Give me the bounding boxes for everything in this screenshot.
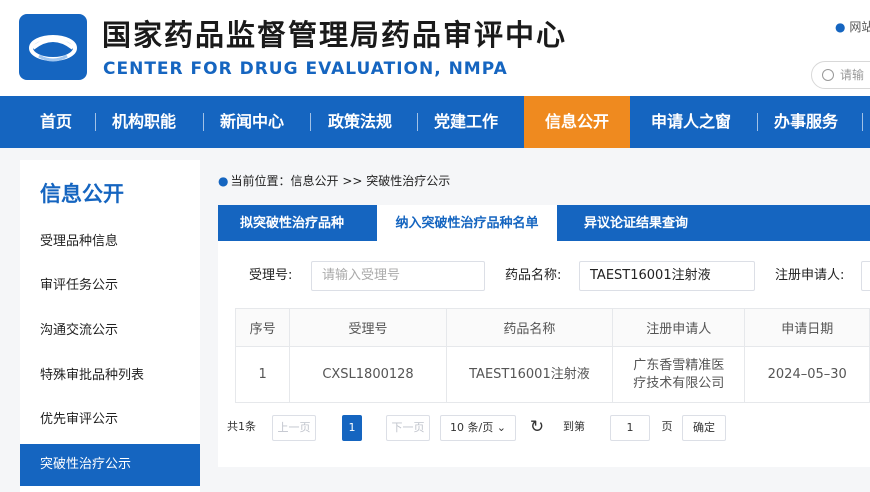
accept-no-label: 受理号: (249, 268, 293, 283)
column-header: 受理号 (289, 308, 447, 347)
nav-item-news[interactable]: 新闻中心 (220, 96, 284, 148)
page: 国家药品监督管理局药品审评中心 CENTER FOR DRUG EVALUATI… (0, 0, 870, 492)
nav-divider (95, 113, 96, 131)
applicant-label: 注册申请人: (775, 268, 845, 283)
goto-label: 到第 (563, 420, 585, 433)
column-header: 申请日期 (744, 308, 870, 347)
goto-confirm-button[interactable]: 确定 (682, 415, 726, 441)
nav-item-policy[interactable]: 政策法规 (328, 96, 392, 148)
table-cell-accept-no: CXSL1800128 (289, 346, 447, 403)
table-row[interactable]: 1 CXSL1800128 TAEST16001注射液 广东香雪精准医疗技术有限… (234, 346, 870, 403)
chevron-down-icon: ⌄ (496, 421, 506, 434)
page-unit-label: 页 (661, 420, 673, 433)
table-cell-drug-name: TAEST16001注射液 (445, 346, 614, 403)
sidebar-item-communication[interactable]: 沟通交流公示 (20, 311, 200, 351)
search-placeholder: 请输 (840, 68, 865, 82)
sidebar-item-breakthrough[interactable]: 突破性治疗公示 (20, 444, 200, 486)
nav-divider (203, 113, 204, 131)
tab-bar: 拟突破性治疗品种 纳入突破性治疗品种名单 异议论证结果查询 (218, 205, 870, 241)
nav-item-services[interactable]: 办事服务 (774, 96, 838, 148)
site-nav-label: 网站 (849, 20, 870, 34)
tab-included-list[interactable]: 纳入突破性治疗品种名单 (377, 205, 557, 241)
tab-objection-results[interactable]: 异议论证结果查询 (584, 205, 724, 241)
content-panel: 拟突破性治疗品种 纳入突破性治疗品种名单 异议论证结果查询 受理号: 请输入受理… (218, 205, 870, 467)
nav-divider (310, 113, 311, 131)
pager-total: 共1条 (227, 420, 256, 433)
nav-divider (757, 113, 758, 131)
pager-next-button[interactable]: 下一页 (386, 415, 430, 441)
site-header: 国家药品监督管理局药品审评中心 CENTER FOR DRUG EVALUATI… (0, 0, 870, 96)
sidebar: 信息公开 受理品种信息 审评任务公示 沟通交流公示 特殊审批品种列表 优先审评公… (20, 160, 200, 492)
table-header-row: 序号 受理号 药品名称 注册申请人 申请日期 (234, 308, 870, 347)
nav-item-functions[interactable]: 机构职能 (112, 96, 176, 148)
column-header: 序号 (234, 308, 291, 347)
column-header: 注册申请人 (612, 308, 746, 347)
sidebar-title: 信息公开 (40, 182, 124, 206)
site-title: 国家药品监督管理局药品审评中心 (102, 18, 568, 52)
location-pin-icon: ● (218, 174, 229, 188)
nav-item-applicant[interactable]: 申请人之窗 (651, 96, 731, 148)
main-nav: 首页 机构职能 新闻中心 政策法规 党建工作 信息公开 申请人之窗 办事服务 (0, 96, 870, 148)
site-nav-link[interactable]: ● 网站 (835, 18, 870, 35)
drug-name-label: 药品名称: (505, 268, 562, 283)
filter-row: 受理号: 请输入受理号 药品名称: TAEST16001注射液 注册申请人: (218, 261, 870, 291)
results-table: 序号 受理号 药品名称 注册申请人 申请日期 1 CXSL1800128 TAE… (234, 308, 870, 403)
location-pin-icon: ● (835, 20, 846, 34)
pager-page-1[interactable]: 1 (342, 415, 362, 441)
sidebar-item-special-approval[interactable]: 特殊审批品种列表 (20, 356, 200, 396)
search-input[interactable]: 请输 (811, 61, 870, 89)
pager-prev-button[interactable]: 上一页 (272, 415, 316, 441)
column-header: 药品名称 (445, 308, 614, 347)
accept-no-input[interactable]: 请输入受理号 (311, 261, 485, 291)
goto-page-input[interactable]: 1 (610, 415, 650, 441)
tab-proposed[interactable]: 拟突破性治疗品种 (240, 205, 380, 241)
sidebar-item-review-tasks[interactable]: 审评任务公示 (20, 266, 200, 306)
refresh-icon[interactable]: ↻ (527, 415, 547, 441)
nav-item-info[interactable]: 信息公开 (524, 96, 630, 148)
search-icon (822, 69, 834, 81)
breadcrumb: ● 当前位置：信息公开 >> 突破性治疗公示 (218, 172, 450, 189)
nav-divider (862, 113, 863, 131)
nav-item-home[interactable]: 首页 (40, 96, 72, 148)
sidebar-item-priority-review[interactable]: 优先审评公示 (20, 400, 200, 440)
page-size-value: 10 条/页 (450, 421, 494, 434)
breadcrumb-prefix: 当前位置： (230, 174, 291, 188)
breadcrumb-path: 信息公开 >> 突破性治疗公示 (290, 174, 451, 188)
applicant-input[interactable] (861, 261, 870, 291)
table-cell-applicant: 广东香雪精准医疗技术有限公司 (612, 346, 746, 403)
page-size-select[interactable]: 10 条/页 ⌄ (440, 415, 516, 441)
sidebar-item-accepted[interactable]: 受理品种信息 (20, 222, 200, 262)
table-cell-date: 2024–05–30 (744, 346, 870, 403)
site-title-en: CENTER FOR DRUG EVALUATION, NMPA (103, 59, 508, 79)
nav-item-party[interactable]: 党建工作 (434, 96, 498, 148)
drug-name-input[interactable]: TAEST16001注射液 (579, 261, 755, 291)
cde-logo-icon[interactable] (19, 14, 87, 80)
table-cell-index: 1 (234, 346, 291, 403)
nav-divider (417, 113, 418, 131)
